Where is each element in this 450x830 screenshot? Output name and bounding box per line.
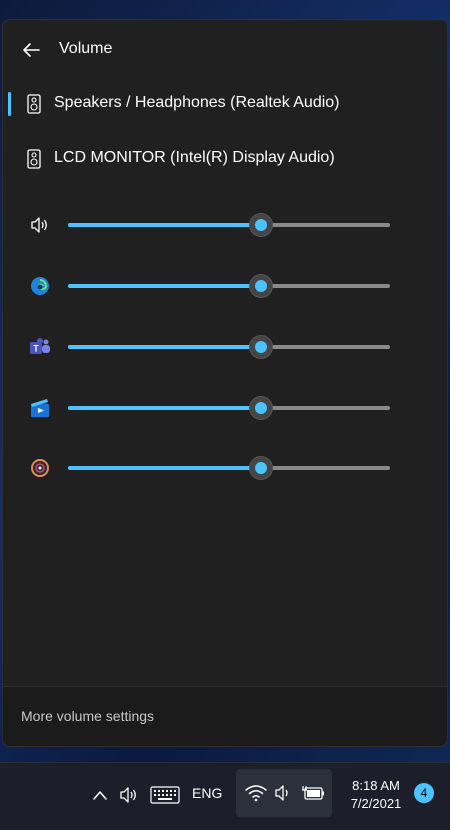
slider-thumb[interactable] (249, 274, 274, 298)
device-lcd-monitor[interactable]: LCD MONITOR (Intel(R) Display Audio) (3, 135, 447, 181)
edge-volume-slider[interactable] (68, 274, 390, 298)
edge-volume-row (3, 266, 447, 306)
tray-volume-button[interactable] (117, 783, 143, 807)
volume-flyout: Volume Speakers / Headphones (Realtek Au… (2, 19, 448, 747)
slider-thumb[interactable] (249, 396, 274, 420)
device-label: LCD MONITOR (Intel(R) Display Audio) (54, 149, 335, 166)
master-volume-row (3, 205, 447, 245)
touch-keyboard-button[interactable] (148, 783, 182, 807)
flyout-header: Volume (3, 20, 447, 80)
quick-settings-button[interactable] (236, 769, 332, 817)
slider-fill (68, 223, 262, 227)
selected-indicator (8, 92, 11, 116)
movies-tv-icon (29, 397, 51, 419)
volume-icon (29, 214, 51, 236)
speaker-icon (27, 94, 41, 114)
back-button[interactable] (17, 38, 45, 62)
media-player-volume-slider[interactable] (68, 456, 390, 480)
slider-fill (68, 345, 262, 349)
teams-icon: T (29, 336, 51, 358)
slider-fill (68, 284, 262, 288)
show-hidden-icons-button[interactable] (88, 783, 112, 807)
slider-thumb[interactable] (249, 335, 274, 359)
media-player-icon (29, 457, 51, 479)
notification-badge[interactable]: 4 (414, 783, 434, 803)
edge-icon (29, 275, 51, 297)
taskbar: ENG 8:18 AM 7/2/2021 4 (0, 762, 450, 830)
wifi-icon (244, 782, 268, 804)
time-text: 8:18 AM (352, 778, 400, 793)
device-label: Speakers / Headphones (Realtek Audio) (54, 94, 340, 111)
keyboard-icon (150, 786, 180, 804)
chevron-up-icon (93, 791, 107, 800)
teams-volume-slider[interactable] (68, 335, 390, 359)
svg-text:T: T (33, 344, 39, 354)
flyout-footer: More volume settings (3, 686, 447, 746)
speaker-icon (27, 149, 41, 169)
media-player-volume-row (3, 448, 447, 488)
clock[interactable]: 8:18 AM 7/2/2021 (340, 777, 412, 813)
volume-icon (120, 787, 136, 803)
teams-volume-row: T (3, 327, 447, 367)
master-volume-slider[interactable] (68, 213, 390, 237)
flyout-title: Volume (59, 40, 113, 57)
movies-tv-volume-slider[interactable] (68, 396, 390, 420)
slider-fill (68, 406, 262, 410)
date-text: 7/2/2021 (350, 796, 402, 811)
arrow-left-icon (23, 43, 40, 57)
battery-charging-icon (300, 782, 326, 804)
device-speakers-headphones[interactable]: Speakers / Headphones (Realtek Audio) (3, 80, 447, 126)
slider-fill (68, 466, 262, 470)
language-indicator[interactable]: ENG (192, 785, 222, 801)
movies-tv-volume-row (3, 388, 447, 428)
more-volume-settings-link[interactable]: More volume settings (21, 708, 154, 724)
slider-thumb[interactable] (249, 456, 274, 480)
volume-icon (272, 782, 294, 804)
slider-thumb[interactable] (249, 213, 274, 237)
